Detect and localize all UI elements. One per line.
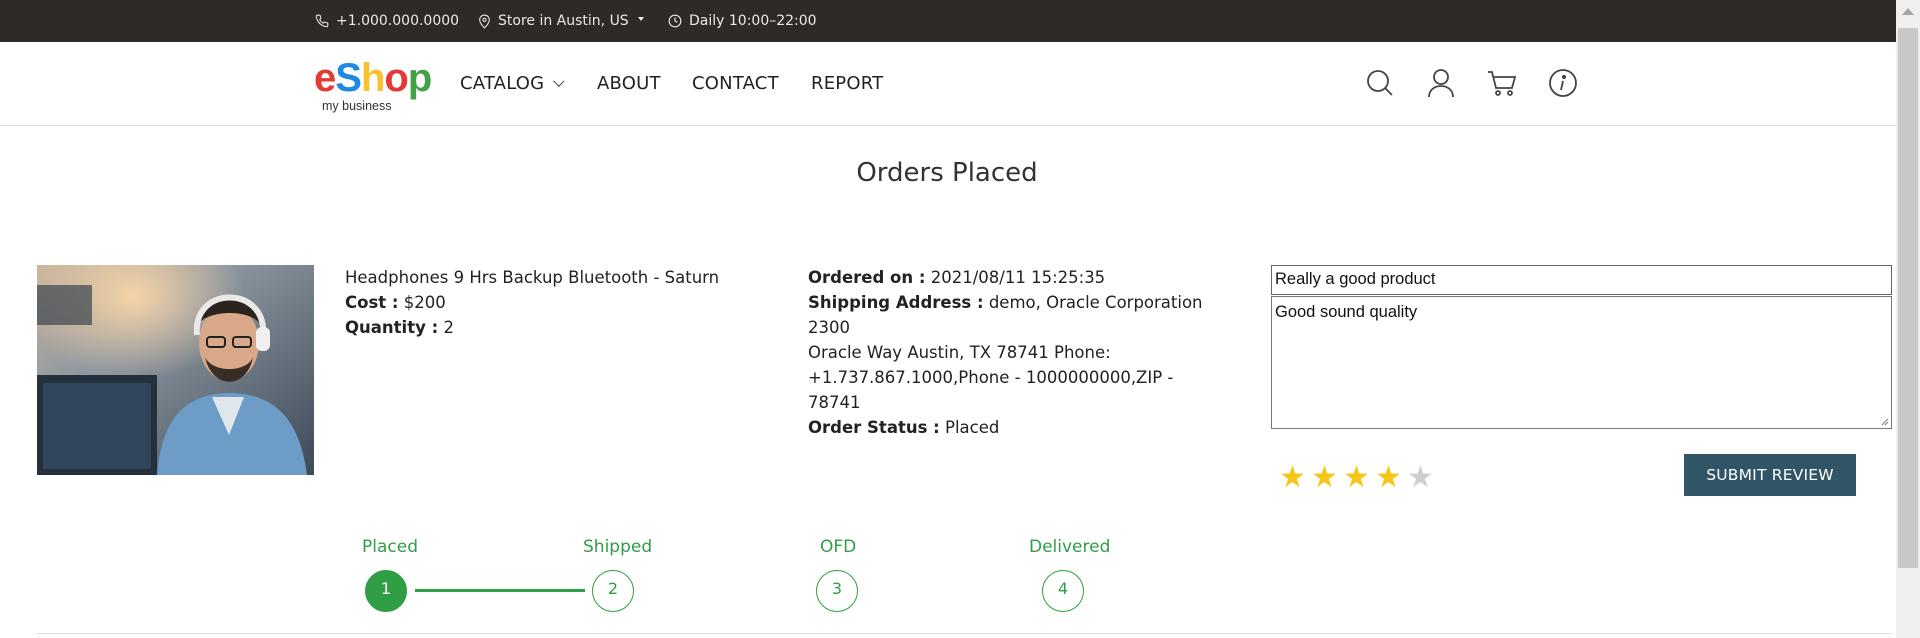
- chevron-down-icon: [553, 75, 565, 87]
- nav-about-label: ABOUT: [597, 73, 661, 94]
- scroll-up-arrow-icon[interactable]: [1902, 8, 1914, 15]
- logo-tagline: my business: [322, 99, 392, 113]
- order-status-value: Placed: [945, 418, 1000, 437]
- user-icon[interactable]: [1423, 65, 1459, 101]
- top-info-bar: +1.000.000.0000 Store in Austin, US Dail…: [0, 0, 1896, 42]
- order-divider: [37, 633, 1893, 634]
- product-quantity: Quantity : 2: [345, 315, 745, 340]
- resize-handle-icon[interactable]: [1879, 416, 1889, 426]
- order-status: Order Status : Placed: [808, 415, 1228, 440]
- phone-number: +1.000.000.0000: [336, 13, 460, 29]
- logo-letter: e: [314, 56, 336, 100]
- quantity-label: Quantity :: [345, 318, 439, 337]
- shipping-line-2: Oracle Way Austin, TX 78741 Phone:: [808, 343, 1111, 362]
- product-details: Headphones 9 Hrs Backup Bluetooth - Satu…: [345, 265, 745, 340]
- step-label-shipped: Shipped: [583, 537, 653, 557]
- logo-letter: S: [335, 56, 362, 100]
- review-title-input[interactable]: Really a good product: [1271, 265, 1892, 295]
- step-circle-4: 4: [1042, 570, 1084, 612]
- star-icon[interactable]: ★: [1279, 462, 1306, 494]
- nav-report[interactable]: REPORT: [811, 42, 883, 125]
- step-label-ofd: OFD: [820, 537, 857, 557]
- logo-letter: h: [360, 56, 385, 100]
- logo-letter: p: [407, 56, 432, 100]
- order-details: Ordered on : 2021/08/11 15:25:35 Shippin…: [808, 265, 1228, 440]
- star-icon[interactable]: ★: [1407, 462, 1434, 494]
- nav-report-label: REPORT: [811, 73, 884, 94]
- step-circle-1: 1: [365, 570, 407, 612]
- ordered-on: Ordered on : 2021/08/11 15:25:35: [808, 265, 1228, 290]
- store-hours: Daily 10:00–22:00: [668, 0, 817, 42]
- phone-contact[interactable]: +1.000.000.0000: [315, 0, 459, 42]
- ordered-on-label: Ordered on :: [808, 268, 926, 287]
- nav-contact[interactable]: CONTACT: [692, 42, 779, 125]
- search-icon[interactable]: [1362, 65, 1398, 101]
- ordered-on-value: 2021/08/11 15:25:35: [930, 268, 1106, 287]
- review-body-text: Good sound quality: [1275, 303, 1418, 321]
- cost-label: Cost :: [345, 293, 399, 312]
- nav-catalog-label: CATALOG: [460, 73, 545, 94]
- store-location: Store in Austin, US: [498, 13, 629, 29]
- step-label-delivered: Delivered: [1029, 537, 1111, 557]
- store-selector[interactable]: Store in Austin, US: [478, 0, 644, 42]
- phone-icon: [315, 14, 329, 28]
- scrollbar-thumb[interactable]: [1898, 28, 1918, 568]
- nav-catalog[interactable]: CATALOG: [460, 42, 565, 125]
- product-name[interactable]: Headphones 9 Hrs Backup Bluetooth - Satu…: [345, 265, 745, 290]
- star-icon[interactable]: ★: [1311, 462, 1338, 494]
- step-connector: [415, 589, 585, 592]
- product-cost: Cost : $200: [345, 290, 745, 315]
- star-rating[interactable]: ★ ★ ★ ★ ★: [1279, 462, 1434, 494]
- shipping-line-3: +1.737.867.1000,Phone - 1000000000,ZIP -…: [808, 368, 1174, 412]
- review-body-textarea[interactable]: Good sound quality: [1271, 296, 1892, 429]
- shipping-label: Shipping Address :: [808, 293, 984, 312]
- logo-letter: o: [384, 56, 408, 100]
- cost-value: $200: [403, 293, 446, 312]
- logo-wordmark: eShop: [314, 56, 432, 100]
- star-icon[interactable]: ★: [1343, 462, 1370, 494]
- product-image: [37, 265, 314, 475]
- nav-contact-label: CONTACT: [692, 73, 779, 94]
- star-icon[interactable]: ★: [1375, 462, 1402, 494]
- step-circle-2: 2: [592, 570, 634, 612]
- clock-icon: [668, 14, 682, 28]
- caret-down-icon: [637, 17, 644, 21]
- hours-text: Daily 10:00–22:00: [689, 13, 817, 29]
- submit-review-button[interactable]: SUBMIT REVIEW: [1684, 454, 1856, 496]
- step-circle-3: 3: [816, 570, 858, 612]
- step-label-placed: Placed: [362, 537, 418, 557]
- location-pin-icon: [478, 14, 491, 29]
- shipping-address: Shipping Address : demo, Oracle Corporat…: [808, 290, 1228, 340]
- cart-icon[interactable]: [1484, 65, 1520, 101]
- quantity-value: 2: [443, 318, 454, 337]
- eshop-logo[interactable]: eShop my business: [314, 56, 434, 118]
- nav-about[interactable]: ABOUT: [597, 42, 661, 125]
- info-icon[interactable]: [1545, 65, 1581, 101]
- main-header: eShop my business CATALOG ABOUT CONTACT …: [0, 42, 1896, 126]
- page-title: Orders Placed: [856, 158, 1038, 188]
- order-status-label: Order Status :: [808, 418, 940, 437]
